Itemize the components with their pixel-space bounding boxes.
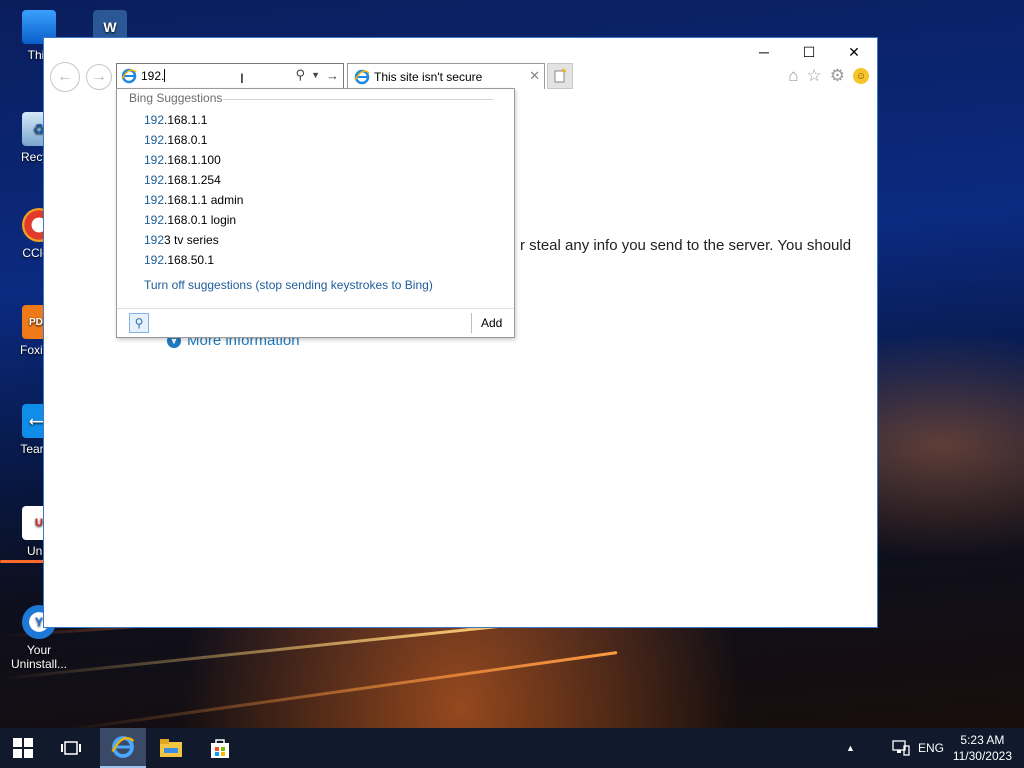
suggestion-item[interactable]: 192.168.0.1: [144, 130, 243, 150]
task-view-button[interactable]: [48, 728, 94, 768]
new-tab-button[interactable]: [547, 63, 573, 89]
taskbar-file-explorer[interactable]: [148, 728, 194, 768]
suggestion-item[interactable]: 192.168.50.1: [144, 250, 243, 270]
forward-button[interactable]: →: [86, 64, 112, 90]
ie-logo-icon: [354, 69, 370, 85]
address-bar[interactable]: 192. ⚲ ▼ →: [116, 63, 344, 89]
suggestion-item[interactable]: 192.168.1.1 admin: [144, 190, 243, 210]
taskbar-internet-explorer[interactable]: [100, 728, 146, 768]
arrow-left-icon: ←: [57, 68, 73, 85]
suggestion-match: 192: [144, 133, 165, 147]
start-button[interactable]: [0, 728, 46, 768]
suggestion-match: 192: [144, 113, 165, 127]
toolbar-right: ⌂ ☆ ⚙ ☺: [788, 66, 869, 86]
clock-time: 5:23 AM: [960, 733, 1005, 747]
suggestion-match: 192: [144, 153, 165, 167]
show-hidden-icons-button[interactable]: ▲: [846, 728, 855, 768]
gear-icon[interactable]: ⚙: [830, 66, 845, 86]
close-button[interactable]: ✕: [839, 42, 869, 62]
suggestion-rest: .168.1.1 admin: [164, 193, 244, 207]
suggestion-match: 192: [144, 193, 165, 207]
network-icon-glyph: [892, 740, 910, 756]
suggestion-item[interactable]: 192.168.1.254: [144, 170, 243, 190]
language-indicator[interactable]: ENG: [918, 728, 944, 768]
ie-logo-icon: [111, 736, 135, 758]
suggestion-item[interactable]: 1923 tv series: [144, 230, 243, 250]
suggestion-match: 192: [144, 213, 165, 227]
desktop-icon-label: Your Uninstall...: [10, 643, 68, 671]
suggestion-match: 192: [144, 173, 165, 187]
chevron-up-icon: ▲: [846, 743, 855, 753]
suggestions-header: Bing Suggestions: [129, 91, 223, 105]
go-arrow-icon[interactable]: →: [326, 68, 339, 83]
browser-window: ─ ☐ ✕ ← → 192. ⚲ ▼ → This site isn't sec…: [43, 37, 878, 628]
divider: [223, 99, 493, 100]
minimize-button[interactable]: ─: [749, 42, 779, 62]
new-tab-icon: [554, 69, 566, 83]
suggestion-item[interactable]: 192.168.1.100: [144, 150, 243, 170]
close-tab-icon[interactable]: ✕: [529, 68, 540, 84]
store-bag-icon: [211, 739, 229, 758]
suggestion-rest: .168.1.100: [164, 153, 221, 167]
tab-title: This site isn't secure: [374, 70, 483, 84]
task-view-icon: [61, 741, 81, 755]
address-value: 192.: [141, 69, 165, 83]
ie-logo-icon: [121, 68, 137, 84]
system-clock[interactable]: 5:23 AM 11/30/2023: [953, 732, 1012, 764]
suggestion-rest: .168.1.254: [164, 173, 221, 187]
suggestion-rest: .168.0.1 login: [164, 213, 237, 227]
back-button[interactable]: ←: [50, 62, 80, 92]
tab-this-site-isnt-secure[interactable]: This site isn't secure ✕: [347, 63, 545, 89]
taskbar-store[interactable]: [197, 728, 243, 768]
suggestion-rest: .168.1.1: [164, 113, 208, 127]
text-cursor-icon: I: [240, 70, 244, 86]
home-icon[interactable]: ⌂: [788, 66, 798, 86]
suggestion-item[interactable]: 192.168.0.1 login: [144, 210, 243, 230]
divider: [471, 313, 472, 333]
taskbar: ▲ ENG 5:23 AM 11/30/2023: [0, 728, 1024, 768]
feedback-smiley-icon[interactable]: ☺: [853, 68, 869, 84]
address-input[interactable]: 192.: [141, 69, 166, 83]
suggestions-footer: ⚲ Add: [117, 308, 514, 337]
network-icon[interactable]: [892, 728, 910, 768]
turn-off-suggestions-link[interactable]: Turn off suggestions (stop sending keyst…: [144, 278, 433, 292]
address-tools: ⚲ ▼ →: [296, 67, 339, 83]
text-caret: [164, 69, 166, 82]
suggestion-rest: .168.0.1: [164, 133, 208, 147]
page-body-text: r steal any info you send to the server.…: [520, 237, 852, 254]
suggestion-rest: .168.50.1: [164, 253, 215, 267]
chevron-down-icon[interactable]: ▼: [311, 70, 320, 80]
suggestion-item[interactable]: 192.168.1.1: [144, 110, 243, 130]
folder-icon: [160, 739, 182, 757]
favorites-star-icon[interactable]: ☆: [807, 66, 822, 86]
suggestion-rest: 3 tv series: [164, 233, 219, 247]
suggestion-match: 192: [144, 253, 165, 267]
maximize-button[interactable]: ☐: [794, 42, 824, 62]
suggestions-dropdown: Bing Suggestions 192.168.1.1 192.168.0.1…: [116, 88, 515, 338]
search-provider-icon[interactable]: ⚲: [129, 313, 149, 333]
search-icon[interactable]: ⚲: [296, 67, 306, 83]
suggestion-list: 192.168.1.1 192.168.0.1 192.168.1.100 19…: [144, 110, 243, 270]
arrow-right-icon: →: [91, 68, 107, 85]
windows-logo-icon: [13, 738, 33, 758]
suggestion-match: 192: [144, 233, 165, 247]
add-provider-button[interactable]: Add: [481, 316, 502, 330]
clock-date: 11/30/2023: [952, 749, 1012, 763]
